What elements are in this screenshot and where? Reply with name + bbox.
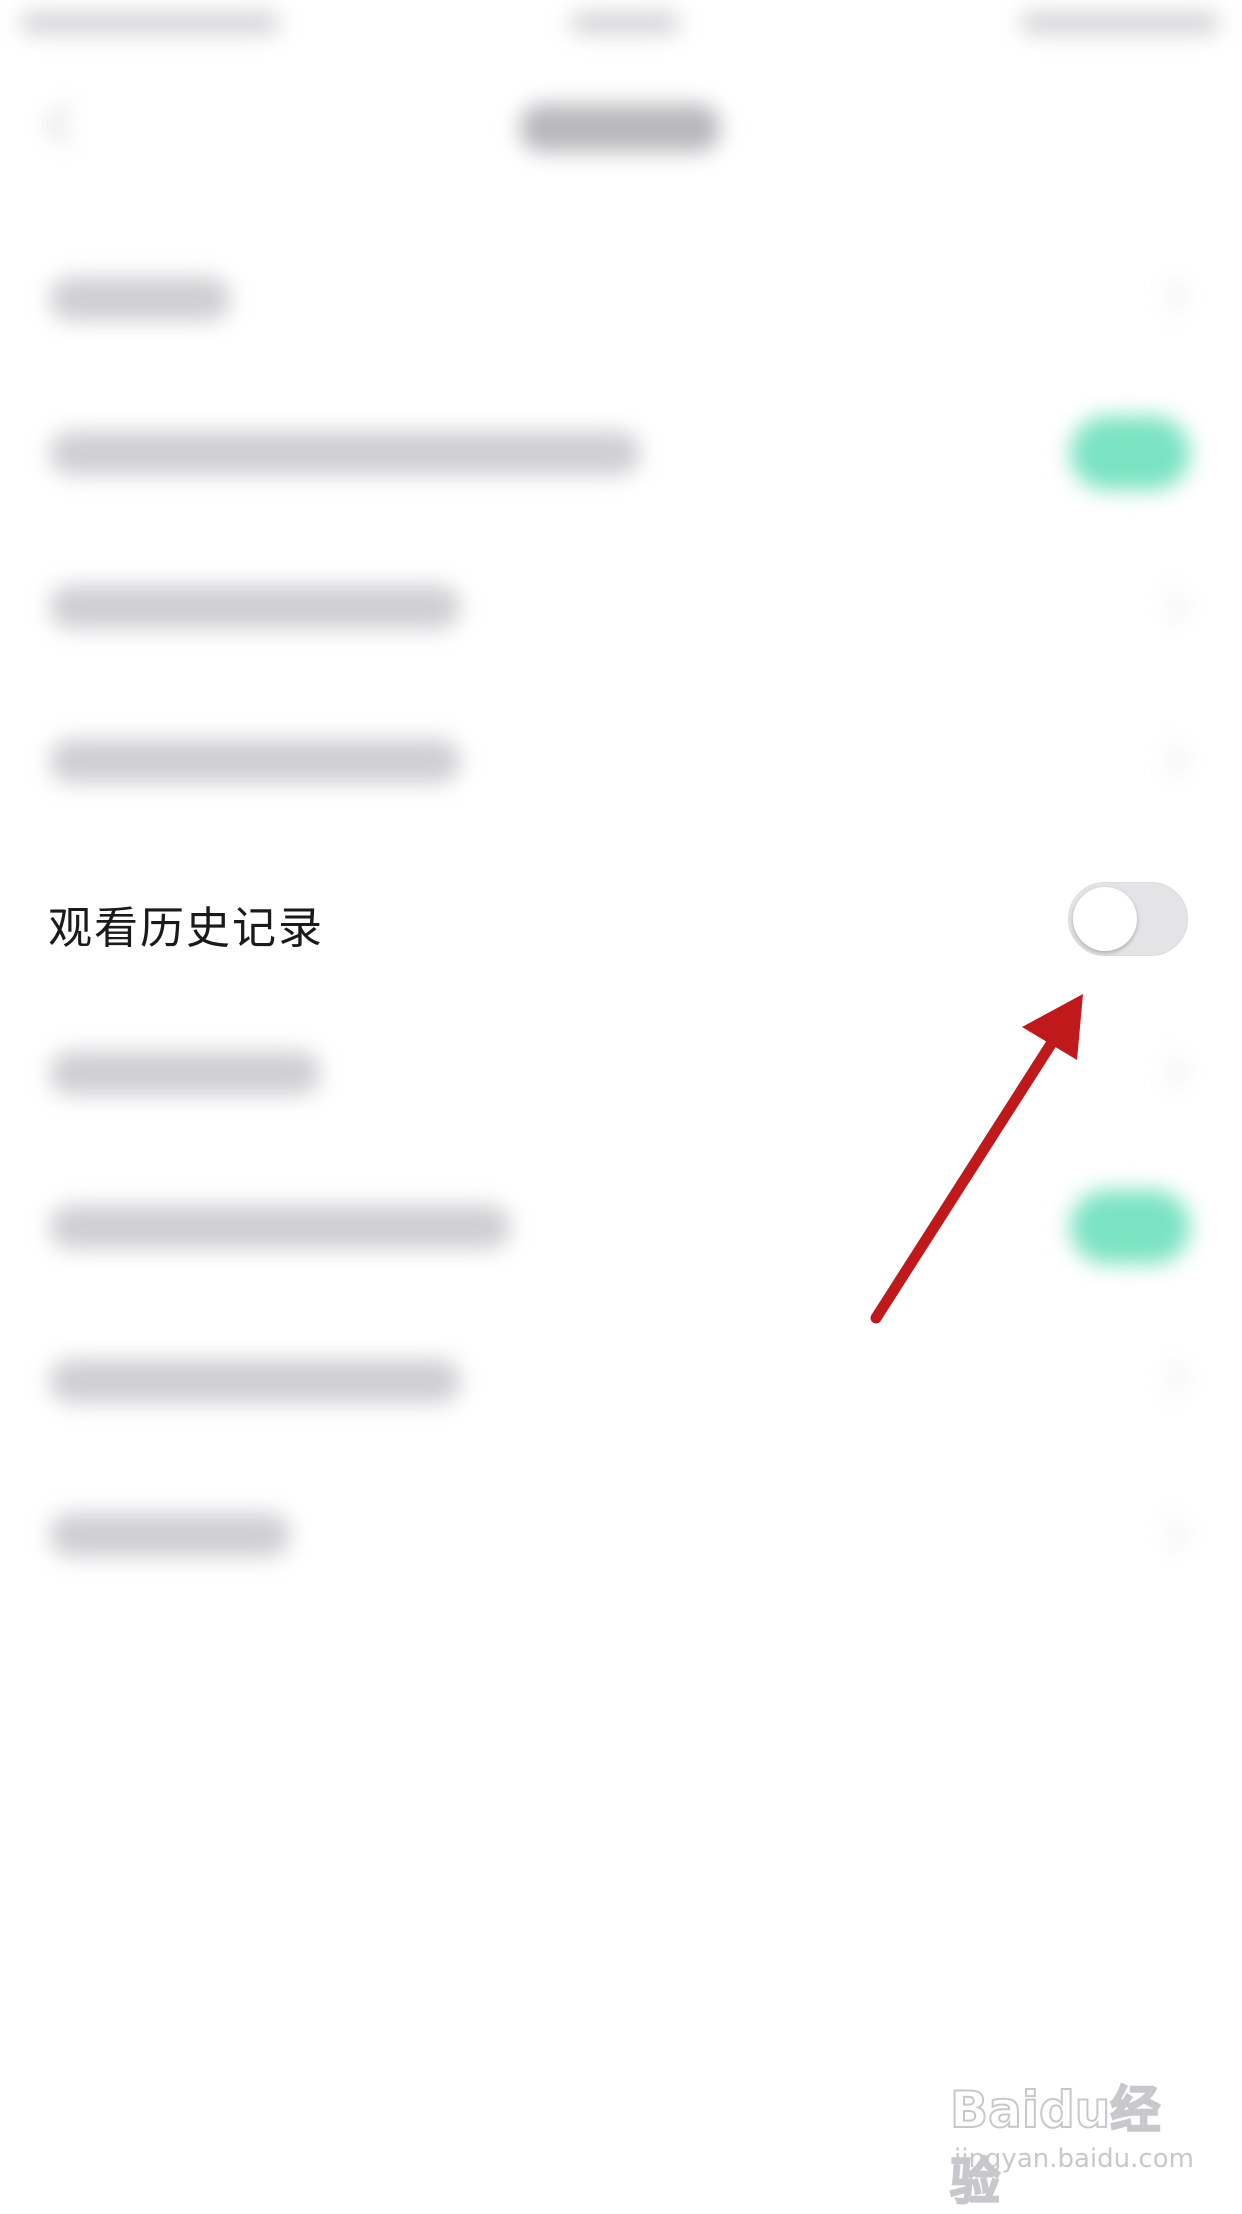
watermark: Baidu经验 jingyan.baidu.com: [949, 2070, 1194, 2212]
arrow-shaft: [870, 1024, 1066, 1324]
annotation-arrow: [870, 994, 1083, 1324]
watermark-url: jingyan.baidu.com: [954, 2144, 1194, 2174]
baidu-jingyan-logo: Baidu经验: [949, 2080, 1161, 2212]
